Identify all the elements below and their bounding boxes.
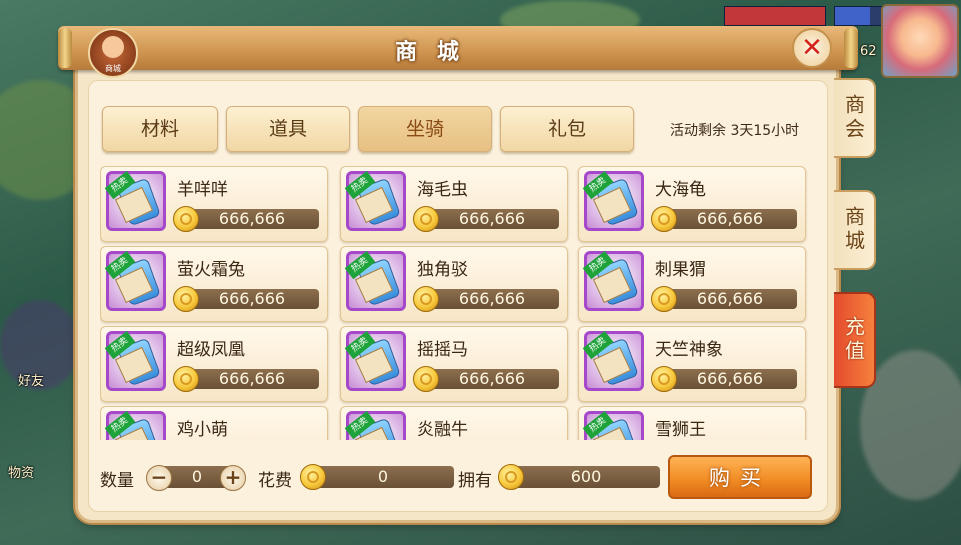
item-card[interactable]: 热卖 摇摇马 666,666 xyxy=(340,326,568,402)
mount-scroll-icon: 热卖 xyxy=(582,330,644,391)
gold-coin-icon xyxy=(498,464,524,490)
gold-coin-icon xyxy=(173,206,199,232)
item-name: 超级凤凰 xyxy=(177,340,245,360)
tab-mall[interactable]: 商城 xyxy=(834,190,876,270)
item-card[interactable]: 热卖 天竺神象 666,666 xyxy=(578,326,806,402)
mount-scroll-icon: 热卖 xyxy=(582,170,644,231)
item-card[interactable]: 热卖 超级凤凰 666,666 xyxy=(100,326,328,402)
item-card[interactable]: 热卖 大海龟 666,666 xyxy=(578,166,806,242)
item-price: 666,666 xyxy=(218,289,286,308)
gold-coin-icon xyxy=(651,366,677,392)
cost-value: 0 xyxy=(312,466,454,488)
close-x-icon: ✕ xyxy=(801,33,823,63)
gold-coin-icon xyxy=(651,286,677,312)
minus-button[interactable]: − xyxy=(146,465,172,491)
player-avatar[interactable] xyxy=(881,4,959,78)
hp-bar xyxy=(724,6,826,26)
mount-scroll-icon: 热卖 xyxy=(344,170,406,231)
tab-guild-shop-label: 商会 xyxy=(841,94,866,142)
mount-scroll-icon: 热卖 xyxy=(104,410,166,440)
category-materials[interactable]: 材料 xyxy=(102,106,218,152)
category-label: 道具 xyxy=(268,118,307,140)
item-card[interactable]: 热卖 独角驳 666,666 xyxy=(340,246,568,322)
item-name: 摇摇马 xyxy=(417,340,468,360)
gold-coin-icon xyxy=(413,206,439,232)
item-name: 鸡小萌 xyxy=(177,420,228,440)
minus-icon: − xyxy=(150,465,168,489)
item-card[interactable]: 热卖 雪狮王 xyxy=(578,406,806,440)
mount-scroll-icon: 热卖 xyxy=(344,250,406,311)
gold-coin-icon xyxy=(173,366,199,392)
category-label: 坐骑 xyxy=(405,118,444,140)
shop-emblem-icon: 商城 xyxy=(88,28,138,78)
quantity-label: 数量 xyxy=(100,471,134,491)
item-card[interactable]: 热卖 鸡小萌 xyxy=(100,406,328,440)
item-price: 666,666 xyxy=(696,369,764,388)
item-card[interactable]: 热卖 萤火霜兔 666,666 xyxy=(100,246,328,322)
mount-scroll-icon: 热卖 xyxy=(582,250,644,311)
category-mounts[interactable]: 坐骑 xyxy=(358,106,492,152)
item-grid: 热卖 羊咩咩 666,666 热卖 海毛虫 666,666 热卖 大海龟 666,666 热卖 萤火… xyxy=(100,166,812,440)
scroll-rod-right xyxy=(844,28,858,68)
activity-remaining: 活动剩余 3天15小时 xyxy=(670,123,800,139)
item-card[interactable]: 热卖 刺果猬 666,666 xyxy=(578,246,806,322)
item-name: 羊咩咩 xyxy=(177,180,228,200)
item-price: 666,666 xyxy=(458,289,526,308)
item-price: 666,666 xyxy=(218,369,286,388)
own-label: 拥有 xyxy=(458,471,492,491)
scroll-rod-left xyxy=(58,28,72,68)
cost-label: 花费 xyxy=(258,471,292,491)
item-name: 炎融牛 xyxy=(417,420,468,440)
category-label: 材料 xyxy=(140,118,179,140)
item-price: 666,666 xyxy=(696,289,764,308)
item-price: 666,666 xyxy=(696,209,764,228)
item-price: 666,666 xyxy=(218,209,286,228)
item-card[interactable]: 热卖 羊咩咩 666,666 xyxy=(100,166,328,242)
item-name: 大海龟 xyxy=(655,180,706,200)
page-title: 商 城 xyxy=(395,40,465,65)
tab-recharge[interactable]: 充值 xyxy=(834,292,876,388)
item-name: 海毛虫 xyxy=(417,180,468,200)
item-name: 天竺神象 xyxy=(655,340,723,360)
shop-emblem-label: 商城 xyxy=(105,64,121,73)
tab-mall-label: 商城 xyxy=(841,206,866,254)
gold-coin-icon xyxy=(300,464,326,490)
item-name: 刺果猬 xyxy=(655,260,706,280)
tab-guild-shop[interactable]: 商会 xyxy=(834,78,876,158)
close-button[interactable]: ✕ xyxy=(792,28,832,68)
item-name: 独角驳 xyxy=(417,260,468,280)
item-card[interactable]: 热卖 炎融牛 xyxy=(340,406,568,440)
item-card[interactable]: 热卖 海毛虫 666,666 xyxy=(340,166,568,242)
mount-scroll-icon: 热卖 xyxy=(344,330,406,391)
category-props[interactable]: 道具 xyxy=(226,106,350,152)
category-gift-packs[interactable]: 礼包 xyxy=(500,106,634,152)
mount-scroll-icon: 热卖 xyxy=(104,250,166,311)
supplies-text: 物资 xyxy=(8,466,35,481)
plus-icon: + xyxy=(224,465,242,489)
plus-button[interactable]: + xyxy=(220,465,246,491)
mount-scroll-icon: 热卖 xyxy=(104,330,166,391)
item-price: 666,666 xyxy=(458,209,526,228)
gold-coin-icon xyxy=(651,206,677,232)
category-label: 礼包 xyxy=(547,118,586,140)
gold-coin-icon xyxy=(413,286,439,312)
item-price: 666,666 xyxy=(458,369,526,388)
buy-button[interactable]: 购买 xyxy=(668,455,812,499)
gold-coin-icon xyxy=(413,366,439,392)
mount-scroll-icon: 热卖 xyxy=(344,410,406,440)
item-name: 萤火霜兔 xyxy=(177,260,245,280)
mount-scroll-icon: 热卖 xyxy=(582,410,644,440)
friends-text: 好友 xyxy=(18,374,45,389)
level-number: 62 xyxy=(860,44,877,59)
own-value: 600 xyxy=(512,466,660,488)
mount-scroll-icon: 热卖 xyxy=(104,170,166,231)
item-name: 雪狮王 xyxy=(655,420,706,440)
tab-recharge-label: 充值 xyxy=(841,316,866,364)
mp-bar xyxy=(834,6,886,26)
gold-coin-icon xyxy=(173,286,199,312)
